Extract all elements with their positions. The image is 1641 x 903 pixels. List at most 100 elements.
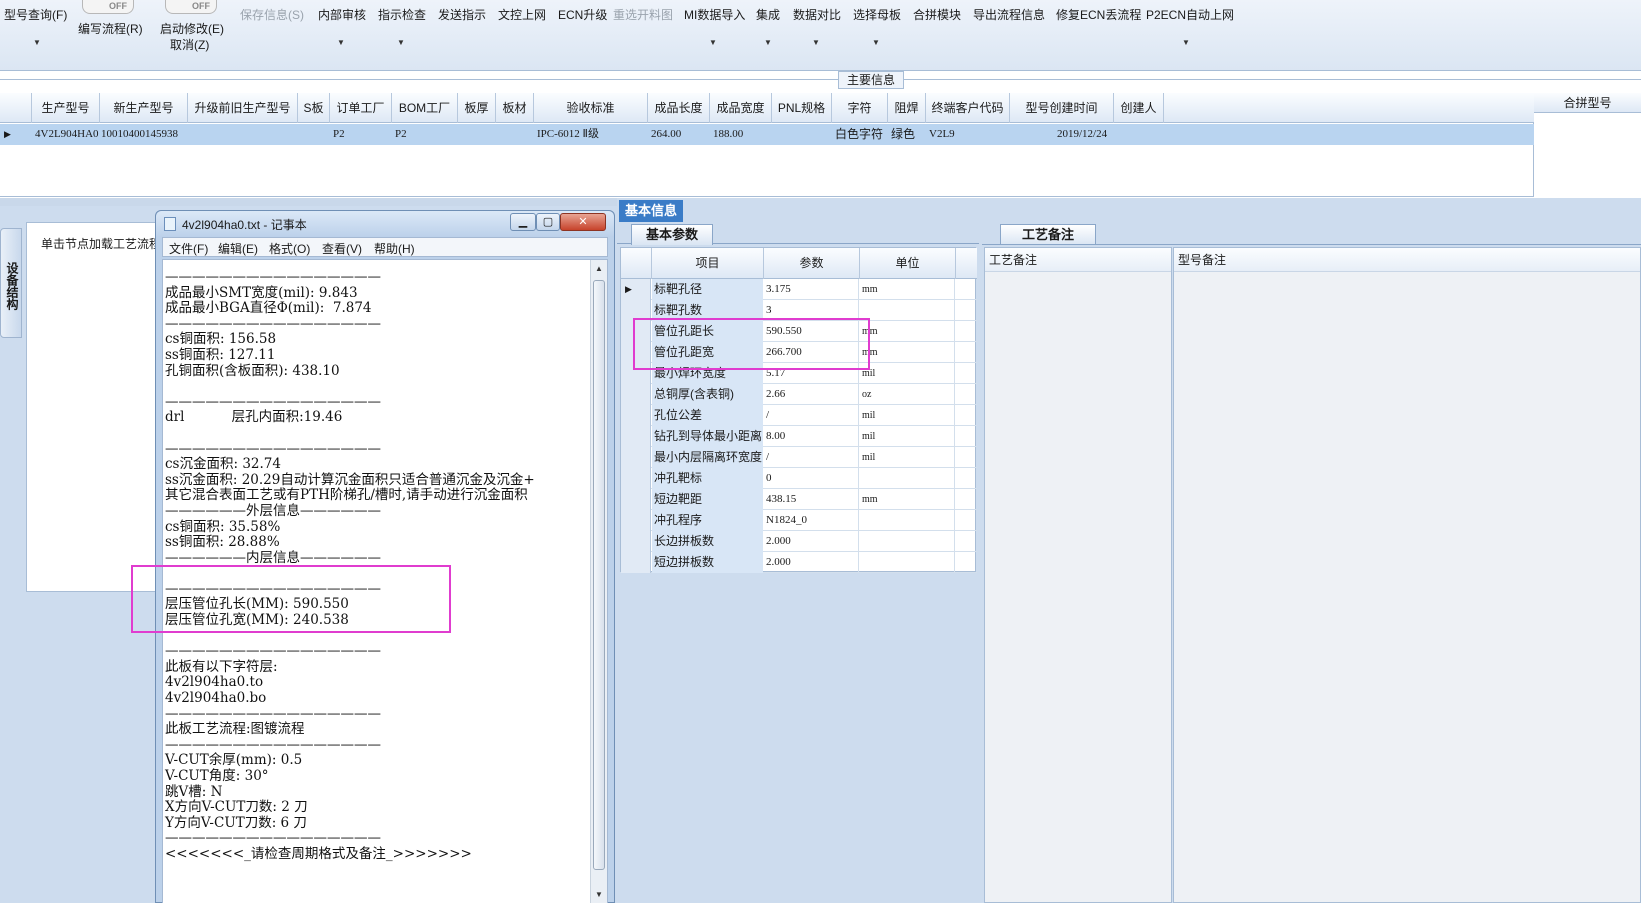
cell[interactable]: P2: [392, 124, 407, 145]
cell[interactable]: 264.00: [648, 124, 681, 145]
col-header[interactable]: 字符: [832, 93, 888, 123]
param-item[interactable]: 钻孔到导体最小距离: [652, 426, 763, 447]
vertical-tab-device-structure[interactable]: 设备结构: [0, 228, 22, 338]
cell[interactable]: 绿色: [888, 124, 915, 145]
fix-ecn-flow-button[interactable]: 修复ECN丢流程: [1056, 6, 1141, 23]
row-selector[interactable]: [621, 510, 651, 531]
param-unit[interactable]: mil: [860, 447, 955, 468]
toggle-switch[interactable]: OFF: [82, 0, 134, 14]
tab-basic-params[interactable]: 基本参数: [631, 224, 713, 245]
param-row[interactable]: 冲孔程序 N1824_0: [621, 510, 977, 531]
cell[interactable]: V2L9: [926, 124, 955, 145]
param-unit[interactable]: [860, 552, 955, 573]
internal-review-button[interactable]: 内部审核: [318, 6, 366, 23]
scroll-up-icon[interactable]: ▲: [595, 264, 603, 273]
ecn-upgrade-button[interactable]: ECN升级: [558, 6, 607, 23]
save-info-button[interactable]: 保存信息(S): [240, 6, 304, 23]
chevron-down-icon[interactable]: ▼: [709, 38, 717, 47]
tab-craft-notes[interactable]: 工艺备注: [1000, 224, 1096, 245]
param-row[interactable]: 孔位公差 / mil: [621, 405, 977, 426]
param-unit[interactable]: [860, 468, 955, 489]
col-header[interactable]: 板厚: [458, 93, 496, 123]
tab-basic-info[interactable]: 基本信息: [619, 200, 683, 222]
param-unit[interactable]: mil: [860, 426, 955, 447]
col-header[interactable]: BOM工厂: [392, 93, 458, 123]
param-row[interactable]: 短边靶距 438.15 mm: [621, 489, 977, 510]
export-flow-info-button[interactable]: 导出流程信息: [973, 6, 1045, 23]
cancel-button[interactable]: 取消(Z): [170, 36, 209, 53]
chevron-down-icon[interactable]: ▼: [812, 38, 820, 47]
col-header[interactable]: 验收标准: [534, 93, 648, 123]
row-selector[interactable]: [621, 447, 651, 468]
instruction-check-button[interactable]: 指示检查: [378, 6, 426, 23]
row-selector[interactable]: [621, 531, 651, 552]
col-header[interactable]: 板材: [496, 93, 534, 123]
col-header[interactable]: 终端客户代码: [926, 93, 1010, 123]
chevron-down-icon[interactable]: ▼: [872, 38, 880, 47]
cell[interactable]: IPC-6012 Ⅱ级: [534, 124, 599, 145]
col-header[interactable]: 订单工厂: [330, 93, 392, 123]
param-row[interactable]: 长边拼板数 2.000: [621, 531, 977, 552]
col-header[interactable]: PNL规格: [772, 93, 832, 123]
param-value[interactable]: 2.000: [764, 531, 859, 552]
param-value[interactable]: 8.00: [764, 426, 859, 447]
param-unit[interactable]: mm: [860, 279, 955, 300]
param-row[interactable]: 钻孔到导体最小距离 8.00 mil: [621, 426, 977, 447]
data-compare-button[interactable]: 数据对比: [793, 6, 841, 23]
param-item[interactable]: 长边拼板数: [652, 531, 763, 552]
cell[interactable]: 188.00: [710, 124, 743, 145]
row-selector[interactable]: [621, 489, 651, 510]
cell[interactable]: [496, 124, 499, 145]
cell[interactable]: [188, 124, 191, 145]
cell[interactable]: [1114, 124, 1117, 145]
row-selector[interactable]: [621, 552, 651, 573]
param-value[interactable]: 3.175: [764, 279, 859, 300]
col-header[interactable]: 阻焊: [888, 93, 926, 123]
table-row[interactable]: ▶ 4V2L904HA0 10010400145938 P2 P2 IPC-60…: [0, 124, 1534, 145]
param-unit[interactable]: mm: [860, 321, 955, 342]
param-row[interactable]: 冲孔靶标 0: [621, 468, 977, 489]
toolbar-model-query[interactable]: 型号查询(F): [4, 6, 67, 23]
menu-edit[interactable]: 编辑(E): [218, 240, 258, 257]
param-item[interactable]: 短边靶距: [652, 489, 763, 510]
write-flow-button[interactable]: 编写流程(R): [78, 20, 143, 37]
param-value[interactable]: /: [764, 405, 859, 426]
cell[interactable]: [458, 124, 461, 145]
merge-module-button[interactable]: 合拼模块: [913, 6, 961, 23]
param-unit[interactable]: oz: [860, 384, 955, 405]
col-header[interactable]: 型号创建时间: [1010, 93, 1114, 123]
row-selector[interactable]: ▶: [621, 279, 651, 300]
row-selector[interactable]: [621, 384, 651, 405]
cell[interactable]: [298, 124, 301, 145]
param-item[interactable]: 短边拼板数: [652, 552, 763, 573]
param-value[interactable]: 0: [764, 468, 859, 489]
col-header[interactable]: S板: [298, 93, 330, 123]
col-header[interactable]: 升级前旧生产型号: [188, 93, 298, 123]
minimize-button[interactable]: ▁: [510, 213, 536, 231]
p2ecn-auto-online-button[interactable]: P2ECN自动上网: [1146, 6, 1234, 23]
chevron-down-icon[interactable]: ▼: [1182, 38, 1190, 47]
select-motherboard-button[interactable]: 选择母板: [853, 6, 901, 23]
chevron-down-icon[interactable]: ▼: [337, 38, 345, 47]
chevron-down-icon[interactable]: ▼: [764, 38, 772, 47]
vertical-scrollbar[interactable]: ▲ ▼: [590, 260, 607, 903]
menu-format[interactable]: 格式(O): [269, 240, 310, 257]
param-row[interactable]: 短边拼板数 2.000: [621, 552, 977, 573]
menu-view[interactable]: 查看(V): [322, 240, 362, 257]
param-value[interactable]: 438.15: [764, 489, 859, 510]
param-unit[interactable]: [860, 300, 955, 321]
reselect-cutting-button[interactable]: 重选开料图: [613, 6, 673, 23]
param-item[interactable]: 孔位公差: [652, 405, 763, 426]
scroll-down-icon[interactable]: ▼: [595, 890, 603, 899]
col-header[interactable]: 参数: [764, 248, 860, 279]
param-value[interactable]: /: [764, 447, 859, 468]
cell[interactable]: 白色字符: [832, 124, 883, 145]
param-value[interactable]: N1824_0: [764, 510, 859, 531]
toggle-switch[interactable]: OFF: [165, 0, 217, 14]
param-row[interactable]: 最小内层隔离环宽度 / mil: [621, 447, 977, 468]
param-unit[interactable]: [860, 510, 955, 531]
col-header[interactable]: 创建人: [1114, 93, 1164, 123]
model-notes-column[interactable]: 型号备注: [1173, 247, 1641, 903]
param-unit[interactable]: mm: [860, 342, 955, 363]
param-value[interactable]: 2.000: [764, 552, 859, 573]
